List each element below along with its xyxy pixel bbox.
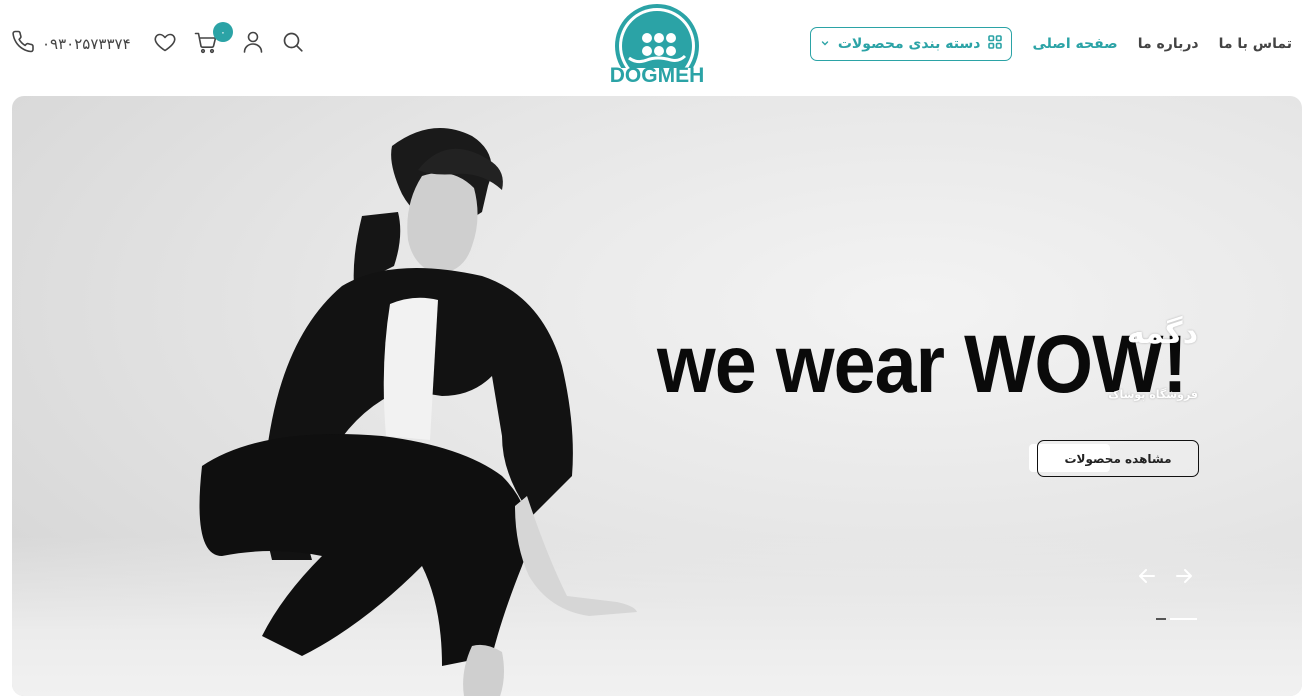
- account-button[interactable]: [241, 31, 265, 57]
- nav-contact[interactable]: تماس با ما: [1219, 36, 1292, 52]
- slider-prev-button[interactable]: [1135, 564, 1159, 588]
- site-logo[interactable]: DOGMEH: [607, 2, 707, 88]
- main-navigation: دسته بندی محصولات صفحه اصلی درباره ما تم…: [809, 27, 1292, 61]
- slider-next-button[interactable]: [1172, 564, 1196, 588]
- nav-about[interactable]: درباره ما: [1138, 36, 1199, 52]
- phone-contact[interactable]: ۰۹۳۰۲۵۷۳۳۷۴: [12, 30, 131, 58]
- site-header: ۰۹۳۰۲۵۷۳۳۷۴ ۰ DOGMEH دسته بندی محصولات ص…: [0, 0, 1304, 92]
- phone-icon: [12, 30, 36, 58]
- hero-brand-name: دگمه: [1126, 316, 1198, 351]
- search-button[interactable]: [281, 32, 305, 56]
- slider-dot-1[interactable]: [1156, 618, 1166, 620]
- cart-button[interactable]: ۰: [193, 22, 233, 58]
- logo-text: DOGMEH: [609, 64, 705, 87]
- grid-icon: [988, 35, 1003, 53]
- logo-mark: [615, 4, 699, 88]
- view-products-button[interactable]: مشاهده محصولات: [1037, 440, 1199, 477]
- cta-label: مشاهده محصولات: [1064, 451, 1172, 466]
- wishlist-button[interactable]: [152, 31, 178, 57]
- hero-model-image: [199, 128, 637, 696]
- phone-number: ۰۹۳۰۲۵۷۳۳۷۴: [42, 35, 131, 53]
- hero-subtitle: فروشگاه پوشاک: [1108, 388, 1198, 401]
- hero-banner: we wear WOW! دگمه فروشگاه پوشاک مشاهده م…: [12, 96, 1302, 696]
- search-icon: [282, 31, 304, 57]
- chevron-down-icon: [820, 36, 830, 52]
- arrow-left-icon: [1135, 569, 1159, 592]
- arrow-right-icon: [1172, 569, 1196, 592]
- cart-count-badge: ۰: [213, 22, 233, 42]
- categories-label: دسته بندی محصولات: [837, 36, 981, 52]
- categories-dropdown-button[interactable]: دسته بندی محصولات: [809, 27, 1013, 61]
- heart-icon: [153, 30, 177, 58]
- slider-dot-2-active[interactable]: [1170, 618, 1197, 620]
- nav-home[interactable]: صفحه اصلی: [1032, 36, 1117, 52]
- user-icon: [242, 30, 264, 58]
